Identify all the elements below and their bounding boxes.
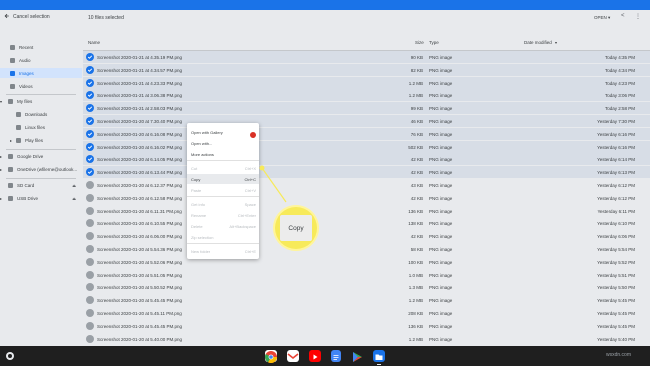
top-accent-strip — [0, 0, 650, 10]
youtube-icon[interactable] — [309, 350, 321, 362]
files-app-window: Cancel selection 10 files selected OPEN … — [0, 10, 650, 346]
docs-icon[interactable] — [331, 350, 341, 362]
launcher-button[interactable] — [6, 352, 14, 360]
shelf — [0, 346, 650, 366]
gmail-icon[interactable] — [287, 350, 299, 362]
play-store-icon[interactable] — [351, 350, 363, 362]
copy-callout: Copy — [275, 207, 317, 249]
callout-connector — [259, 165, 287, 203]
files-icon[interactable] — [373, 350, 385, 362]
callout-copy-label: Copy — [280, 215, 312, 241]
chrome-icon[interactable] — [264, 350, 277, 364]
watermark: wsxdn.com — [606, 352, 632, 358]
active-app-indicator — [377, 364, 381, 365]
